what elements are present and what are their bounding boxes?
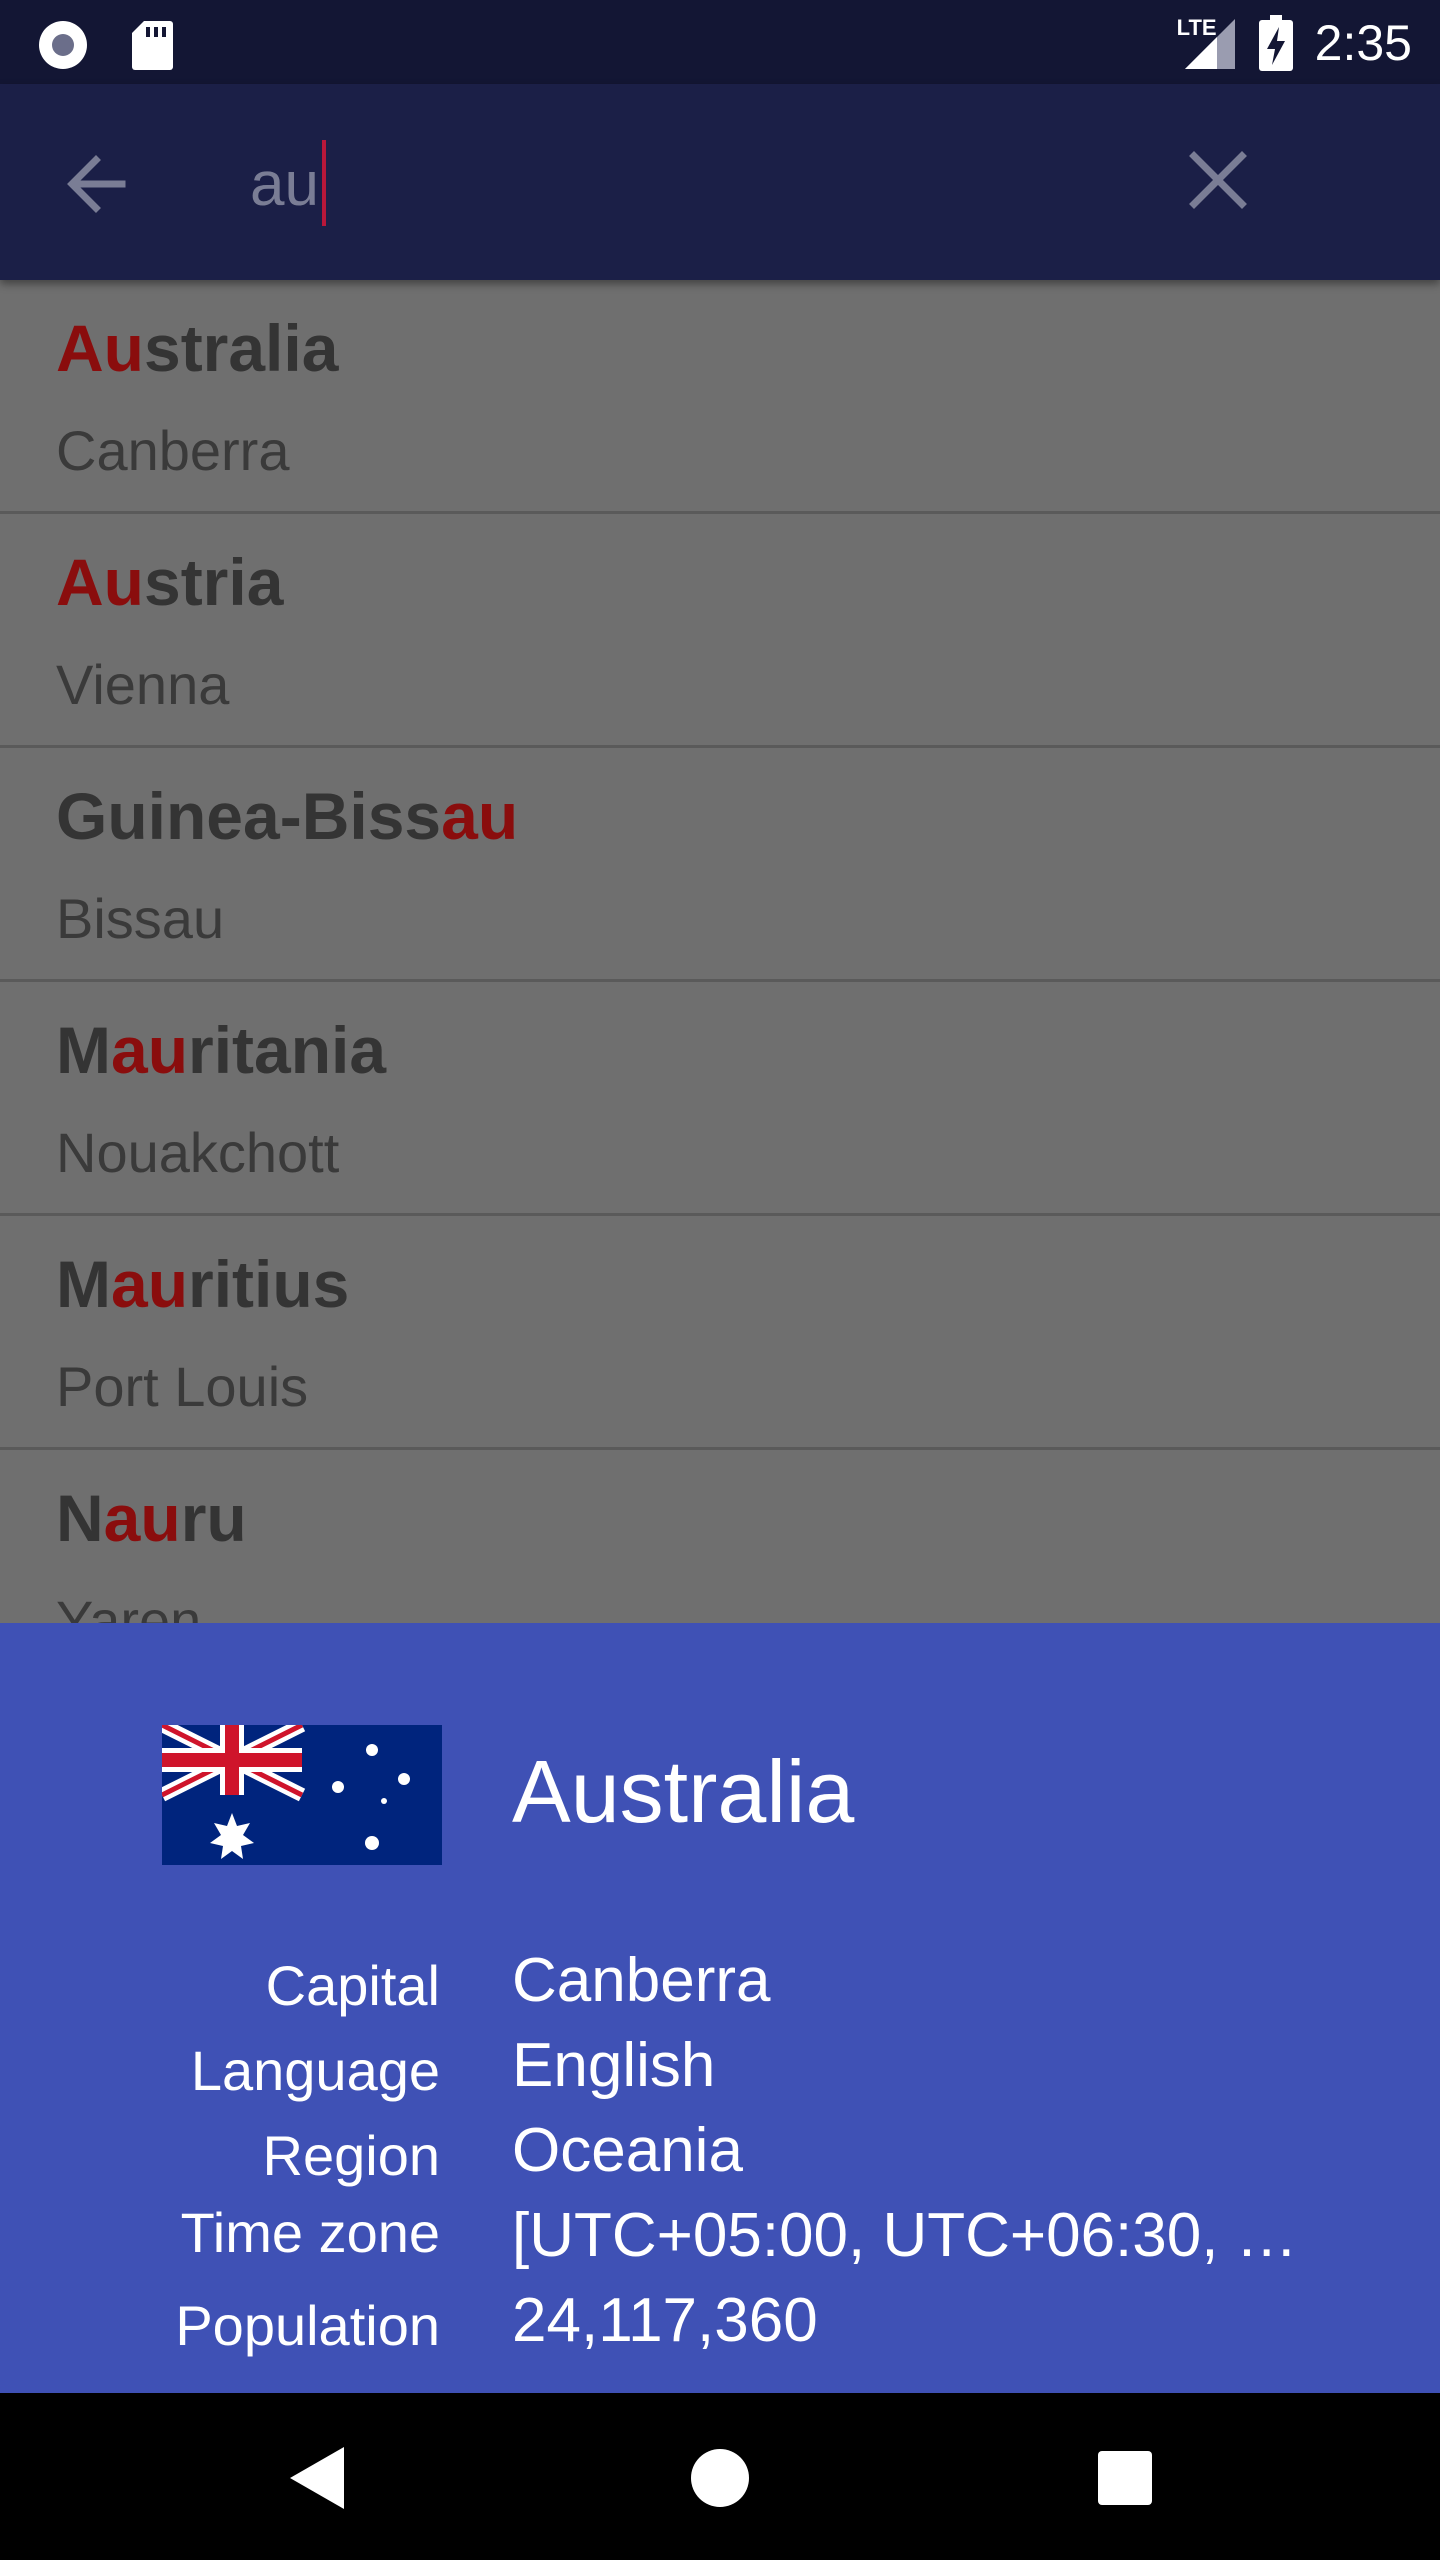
list-item[interactable]: Australia Canberra [0,280,1440,514]
nav-back-icon[interactable] [272,2433,362,2523]
timezone-value: [UTC+05:00, UTC+06:30, … [512,2201,1298,2270]
capital-label: Capital [265,1954,440,2017]
list-item[interactable]: Nauru Yaren [0,1450,1440,1623]
list-item[interactable]: Mauritania Nouakchott [0,982,1440,1216]
search-input[interactable] [250,134,1150,234]
country-detail-sheet: Australia Capital Canberra Language Engl… [0,1623,1440,2393]
timezone-label: Time zone [180,2201,440,2264]
nav-home-icon[interactable] [675,2433,765,2523]
back-arrow-icon[interactable] [56,144,136,224]
list-item[interactable]: Austria Vienna [0,514,1440,748]
name-segment: Guinea-Biss [56,779,442,853]
country-name: Nauru [56,1480,247,1556]
name-segment: ritania [188,1013,387,1087]
language-label: Language [190,2039,440,2102]
name-segment: ru [180,1481,247,1555]
region-value: Oceania [512,2116,743,2185]
name-segment: M [56,1013,111,1087]
status-bar: LTE 2:35 [0,0,1440,84]
text-caret [322,140,326,226]
nav-recents-icon[interactable] [1080,2433,1170,2523]
name-segment: stralia [143,311,339,385]
system-nav-bar [0,2393,1440,2560]
sd-card-icon [132,21,173,70]
match-highlight: Au [56,545,144,619]
match-highlight: au [441,779,519,853]
country-name: Australia [56,310,338,386]
match-highlight: Au [56,311,144,385]
population-label: Population [175,2294,440,2357]
country-name: Austria [56,544,283,620]
list-item[interactable]: Mauritius Port Louis [0,1216,1440,1450]
country-name: Mauritius [56,1246,349,1322]
search-app-bar [0,84,1440,280]
population-value: 24,117,360 [512,2286,818,2355]
name-segment: stria [143,545,284,619]
capital-name: Bissau [56,887,225,950]
capital-name: Nouakchott [56,1121,340,1184]
capital-value: Canberra [512,1946,771,2015]
results-list[interactable]: Australia Canberra Austria Vienna Guinea-Bis… [0,280,1440,1623]
country-title: Australia [512,1742,855,1841]
clear-search-icon[interactable] [1178,140,1258,220]
language-value: English [512,2031,716,2100]
country-name: Mauritania [56,1012,386,1088]
name-segment: ritius [188,1247,350,1321]
status-time: 2:35 [1314,15,1412,71]
region-label: Region [262,2124,440,2187]
name-segment: M [56,1247,111,1321]
country-name: Guinea-Bissau [56,778,518,854]
list-item[interactable]: Guinea-Bissau Bissau [0,748,1440,982]
lte-signal-icon: LTE [1177,15,1237,71]
capital-name: Yaren [56,1589,202,1623]
match-highlight: au [103,1481,181,1555]
match-highlight: au [110,1013,189,1087]
capital-name: Vienna [56,653,230,716]
australia-flag-icon [162,1725,442,1865]
record-icon [39,21,87,69]
battery-charging-icon [1258,15,1293,71]
name-segment: N [56,1481,104,1555]
match-highlight: au [110,1247,189,1321]
capital-name: Port Louis [56,1355,309,1418]
capital-name: Canberra [56,419,290,482]
